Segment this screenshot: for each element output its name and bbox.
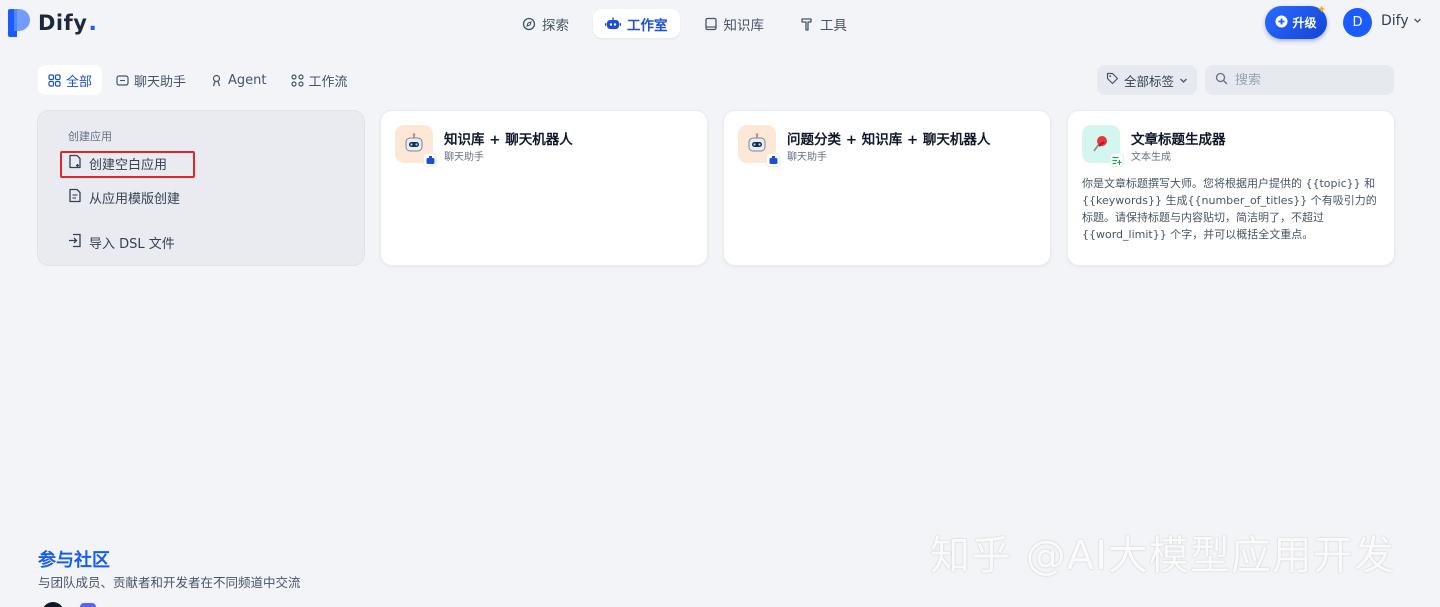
tab-workflow-label: 工作流 [308,74,348,90]
app-card[interactable]: 知识库 + 聊天机器人 聊天助手 [380,110,708,266]
upgrade-label: 升级 [1292,16,1317,30]
nav-studio[interactable]: 工作室 [593,9,680,38]
import-dsl-label: 导入 DSL 文件 [89,236,175,252]
nav-explore[interactable]: 探索 [510,9,581,38]
community-subtitle: 与团队成员、贡献者和开发者在不同频道中交流 [38,575,301,590]
robot-icon [605,17,621,31]
community-title: 参与社区 [38,550,110,571]
tag-icon [1106,72,1119,88]
sparkle-icon: ✦ [1317,3,1327,16]
tab-chat-assistant[interactable]: 聊天助手 [106,65,196,95]
grid-icon [48,73,61,87]
tab-chat-assistant-label: 聊天助手 [134,74,187,90]
app-card[interactable]: 问题分类 + 知识库 + 聊天机器人 聊天助手 [723,110,1051,266]
nav-tools[interactable]: 工具 [788,9,859,38]
app-description: 你是文章标题撰写大师。您将根据用户提供的 {{topic}} 和 {{keywo… [1082,177,1377,241]
app-title: 问题分类 + 知识库 + 聊天机器人 [787,132,991,148]
tab-agent-label: Agent [228,72,267,88]
chat-badge-icon [766,153,780,167]
search-icon [1215,72,1228,89]
import-dsl-button[interactable]: 导入 DSL 文件 [62,229,181,255]
avatar[interactable]: D [1343,8,1372,37]
upgrade-plus-icon [1275,15,1288,31]
file-template-icon [68,188,82,207]
chevron-down-icon [1179,73,1188,88]
chat-icon [116,74,129,87]
annotation-highlight-box [60,151,195,178]
user-name: Dify [1381,13,1409,29]
tab-all-label: 全部 [66,74,93,90]
create-from-template-label: 从应用模版创建 [89,191,181,207]
nav-explore-label: 探索 [542,17,569,34]
chevron-down-icon [1413,13,1422,29]
compass-icon [522,17,536,31]
create-app-heading: 创建应用 [68,130,112,143]
watermark: 知乎 @AI大模型应用开发 [930,533,1395,579]
create-from-template-button[interactable]: 从应用模版创建 [62,184,186,210]
agent-icon [210,74,223,87]
import-icon [68,233,82,252]
app-card[interactable]: 文章标题生成器 文本生成 你是文章标题撰写大师。您将根据用户提供的 {{topi… [1067,110,1395,266]
tag-filter-label: 全部标签 [1124,73,1175,89]
main-nav: 探索 工作室 知识库 工具 [510,9,859,38]
app-type: 聊天助手 [444,152,484,163]
dify-logo-mark [8,9,30,37]
search-input[interactable] [1235,72,1385,88]
create-app-card: 创建应用 创建空白应用 从应用模版创建 导入 DSL 文件 [37,110,365,266]
nav-studio-label: 工作室 [627,17,668,34]
brand-name: Dify [38,11,88,35]
top-header: Dify. 探索 工作室 知识库 工具 升级 ✦ D Dify [0,0,1440,46]
nav-knowledge-label: 知识库 [723,17,765,34]
github-icon[interactable] [42,602,64,607]
text-generation-badge-icon [1110,153,1124,167]
app-type-tabs: 全部 聊天助手 Agent 工作流 [38,65,358,95]
search-box [1205,65,1394,95]
tab-workflow[interactable]: 工作流 [281,65,358,95]
chat-badge-icon [423,153,437,167]
tab-all[interactable]: 全部 [38,65,103,95]
hammer-icon [800,17,814,31]
app-title: 文章标题生成器 [1131,132,1226,148]
nav-tools-label: 工具 [820,17,847,34]
discord-icon[interactable] [80,603,96,607]
app-type: 文本生成 [1131,152,1171,163]
app-type: 聊天助手 [787,152,827,163]
nav-knowledge[interactable]: 知识库 [692,9,777,38]
app-title: 知识库 + 聊天机器人 [444,132,573,148]
dify-logo[interactable]: Dify. [8,9,97,37]
tag-filter-dropdown[interactable]: 全部标签 [1097,65,1198,95]
tab-agent[interactable]: Agent [200,65,276,95]
workflow-icon [290,73,304,87]
account-menu[interactable]: Dify [1381,13,1422,29]
book-icon [704,17,718,31]
